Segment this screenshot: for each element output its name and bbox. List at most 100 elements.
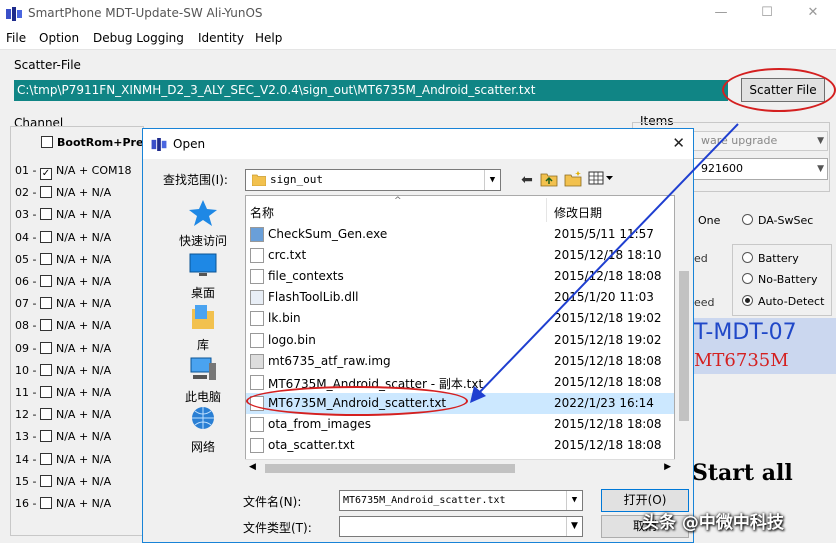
- channel-checkbox[interactable]: [40, 474, 52, 487]
- bootrom-checkbox-row[interactable]: BootRom+PreL: [38, 136, 150, 149]
- radio-circle-selected[interactable]: [742, 295, 753, 306]
- file-row[interactable]: ota_from_images 2015/12/18 18:08: [246, 414, 674, 435]
- scatter-path-field[interactable]: C:\tmp\P7911FN_XINMH_D2_3_ALY_SEC_V2.0.4…: [14, 80, 728, 101]
- up-folder-icon[interactable]: [539, 171, 559, 189]
- maximize-button[interactable]: ☐: [744, 0, 790, 28]
- column-header-date[interactable]: 修改日期: [554, 204, 602, 221]
- channel-checkbox[interactable]: [40, 230, 52, 243]
- scroll-right-icon[interactable]: ▶: [664, 462, 671, 472]
- horizontal-scrollbar[interactable]: ◀ ▶: [245, 459, 675, 476]
- channel-checkbox[interactable]: [40, 363, 52, 376]
- channel-checkbox[interactable]: [40, 386, 52, 398]
- channel-row[interactable]: 11 - N/A + N/A: [15, 386, 111, 404]
- minimize-button[interactable]: —: [698, 0, 744, 28]
- channel-row[interactable]: 13 - N/A + N/A: [15, 430, 111, 448]
- channel-row[interactable]: 03 - N/A + N/A: [15, 208, 111, 226]
- scroll-left-icon[interactable]: ◀: [249, 462, 256, 472]
- place-network[interactable]: 网络: [161, 405, 245, 455]
- column-divider[interactable]: [546, 198, 547, 222]
- open-dialog: Open ✕ 查找范围(I): sign_out ▼ ⬅ 快速访问 桌面 库 此…: [142, 128, 694, 543]
- firmware-upgrade-select[interactable]: ware upgrade ▼: [688, 131, 828, 151]
- horizontal-scroll-thumb[interactable]: [265, 464, 515, 473]
- channel-checkbox[interactable]: [40, 252, 52, 265]
- file-name: ota_from_images: [268, 416, 371, 431]
- channel-number: 13 -: [15, 430, 37, 444]
- look-in-select[interactable]: sign_out ▼: [245, 169, 501, 191]
- channel-row[interactable]: 14 - N/A + N/A: [15, 452, 111, 471]
- channel-row[interactable]: 08 - N/A + N/A: [15, 319, 111, 337]
- place-this-pc[interactable]: 此电脑: [161, 355, 245, 405]
- channel-row[interactable]: 12 - N/A + N/A: [15, 408, 111, 426]
- channel-label: N/A + N/A: [56, 408, 112, 422]
- file-list[interactable]: 名称 ^ 修改日期 CheckSum_Gen.exe 2015/5/11 11:5…: [245, 195, 675, 467]
- channel-checkbox[interactable]: [40, 186, 52, 199]
- channel-checkbox[interactable]: [40, 452, 52, 465]
- dialog-close-icon[interactable]: ✕: [672, 134, 685, 152]
- chevron-down-icon[interactable]: ▼: [566, 491, 582, 510]
- place-label: 桌面: [190, 286, 215, 300]
- chevron-down-icon[interactable]: ▼: [566, 517, 582, 536]
- chevron-down-icon[interactable]: ▼: [484, 170, 500, 190]
- file-row[interactable]: FlashToolLib.dll 2015/1/20 11:03: [246, 287, 674, 308]
- file-type-select[interactable]: ▼: [339, 516, 583, 537]
- no-battery-radio[interactable]: No-Battery: [742, 273, 817, 286]
- channel-row[interactable]: 04 - N/A + N/A: [15, 230, 112, 249]
- channel-label: N/A + N/A: [56, 363, 112, 377]
- channel-row[interactable]: 16 - N/A + N/A: [15, 497, 111, 515]
- vertical-scroll-thumb[interactable]: [679, 271, 689, 421]
- da-swsec-radio[interactable]: DA-SwSec: [742, 214, 813, 227]
- view-menu-icon[interactable]: [587, 171, 615, 189]
- column-header-name[interactable]: 名称: [250, 204, 274, 221]
- channel-checkbox[interactable]: [40, 275, 52, 287]
- channel-row[interactable]: 05 - N/A + N/A: [15, 252, 111, 271]
- menu-file[interactable]: File: [6, 31, 26, 45]
- channel-row[interactable]: 06 - N/A + N/A: [15, 275, 111, 293]
- radio-circle[interactable]: [742, 273, 753, 284]
- file-icon: [250, 311, 264, 327]
- file-name-input[interactable]: MT6735M_Android_scatter.txt ▼: [339, 490, 583, 511]
- channel-label: N/A + N/A: [56, 208, 112, 222]
- channel-checkbox[interactable]: [40, 297, 52, 310]
- menu-option[interactable]: Option: [39, 31, 79, 45]
- radio-circle[interactable]: [742, 214, 753, 225]
- channel-number: 14 -: [15, 452, 37, 466]
- channel-row[interactable]: 15 - N/A + N/A: [15, 474, 111, 493]
- new-folder-icon[interactable]: [563, 171, 583, 189]
- file-row[interactable]: crc.txt 2015/12/18 18:10: [246, 245, 674, 266]
- radio-circle[interactable]: [742, 252, 753, 263]
- menu-debug-logging[interactable]: Debug Logging: [93, 31, 184, 45]
- menu-help[interactable]: Help: [255, 31, 282, 45]
- bootrom-checkbox[interactable]: [41, 136, 53, 148]
- channel-checkbox[interactable]: [40, 341, 52, 354]
- channel-number: 11 -: [15, 386, 37, 399]
- channel-row[interactable]: 02 - N/A + N/A: [15, 186, 111, 204]
- back-arrow-icon[interactable]: ⬅: [517, 171, 537, 189]
- channel-row[interactable]: 10 - N/A + N/A: [15, 363, 112, 382]
- close-button[interactable]: ✕: [790, 0, 836, 28]
- baud-rate-select[interactable]: 921600 ▼: [688, 158, 828, 180]
- file-row[interactable]: mt6735_atf_raw.img 2015/12/18 18:08: [246, 351, 674, 372]
- file-row[interactable]: lk.bin 2015/12/18 19:02: [246, 308, 674, 329]
- place-quick-access[interactable]: 快速访问: [161, 199, 245, 249]
- file-row[interactable]: logo.bin 2015/12/18 19:02: [246, 330, 674, 351]
- vertical-scrollbar[interactable]: [677, 195, 691, 459]
- channel-checkbox[interactable]: [40, 208, 52, 221]
- auto-detect-radio[interactable]: Auto-Detect: [742, 295, 824, 308]
- battery-radio[interactable]: Battery: [742, 252, 799, 265]
- menu-identity[interactable]: Identity: [198, 31, 244, 45]
- start-all-button[interactable]: Start all: [692, 460, 793, 486]
- channel-row[interactable]: 07 - N/A + N/A: [15, 297, 111, 315]
- channel-checkbox[interactable]: [40, 497, 52, 509]
- file-row[interactable]: file_contexts 2015/12/18 18:08: [246, 266, 674, 287]
- place-desktop[interactable]: 桌面: [161, 251, 245, 301]
- channel-checkbox[interactable]: [40, 319, 52, 332]
- channel-label: N/A + N/A: [56, 230, 112, 244]
- channel-checkbox[interactable]: ✓: [40, 168, 52, 180]
- channel-checkbox[interactable]: [40, 430, 52, 443]
- channel-checkbox[interactable]: [40, 408, 52, 421]
- file-row[interactable]: CheckSum_Gen.exe 2015/5/11 11:57: [246, 224, 674, 245]
- place-libraries[interactable]: 库: [161, 303, 245, 353]
- file-row[interactable]: ota_scatter.txt 2015/12/18 18:08: [246, 435, 674, 456]
- channel-row[interactable]: 09 - N/A + N/A: [15, 341, 111, 360]
- channel-row[interactable]: 01 - ✓ N/A + COM18: [15, 164, 132, 182]
